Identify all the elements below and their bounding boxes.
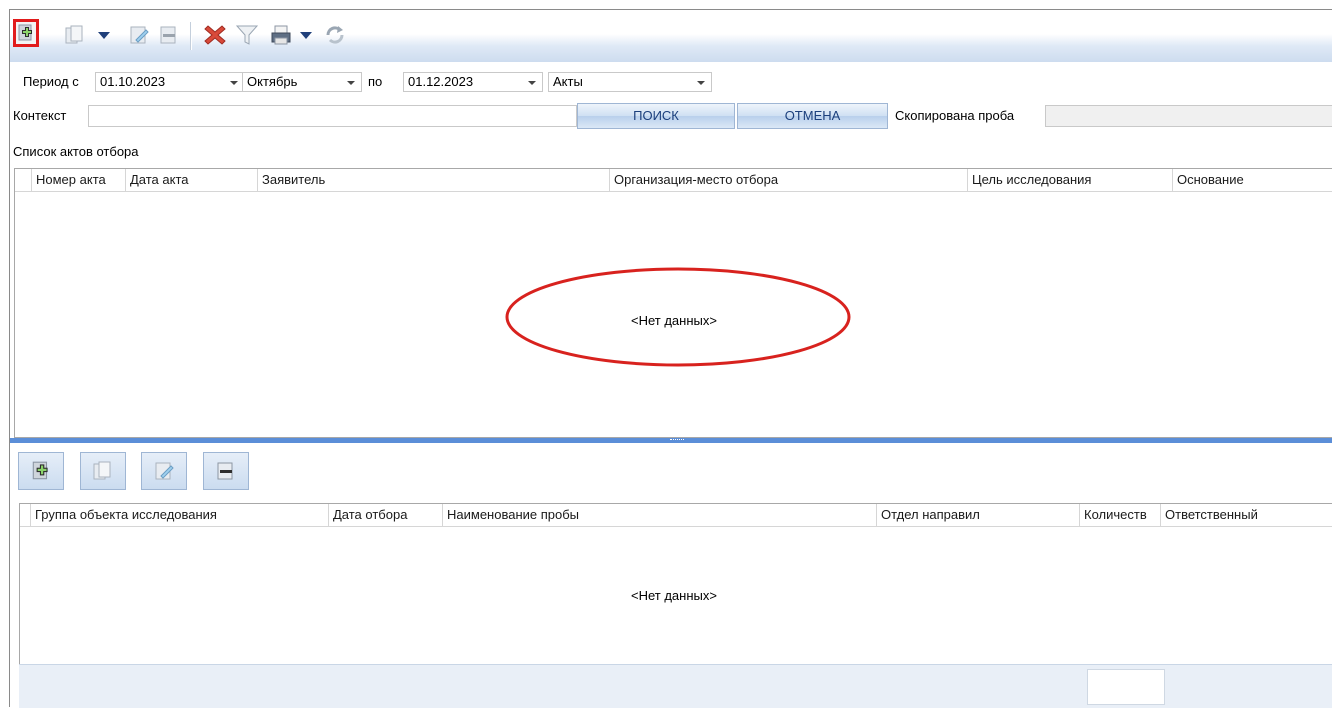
filter-button[interactable] bbox=[234, 22, 260, 48]
delete-button[interactable] bbox=[202, 22, 228, 48]
date-from-picker[interactable]: 01.10.2023 bbox=[95, 72, 245, 92]
copy-dropdown-caret-icon[interactable] bbox=[98, 32, 110, 39]
add-button[interactable] bbox=[13, 19, 39, 47]
document-type-value: Акты bbox=[553, 74, 583, 89]
edit-sample-button[interactable] bbox=[141, 452, 187, 490]
column-header[interactable]: Отдел направил bbox=[876, 504, 1079, 526]
refresh-icon bbox=[326, 26, 344, 44]
search-button[interactable]: ПОИСК bbox=[577, 103, 735, 129]
month-select[interactable]: Октябрь bbox=[242, 72, 362, 92]
toolbar-separator bbox=[190, 22, 192, 50]
chevron-down-icon[interactable] bbox=[230, 81, 238, 85]
document-type-select[interactable]: Акты bbox=[548, 72, 712, 92]
splitter-grip[interactable] bbox=[670, 439, 684, 442]
context-search-input[interactable] bbox=[88, 105, 577, 127]
samples-grid[interactable]: Группа объекта исследования Дата отбора … bbox=[19, 503, 1332, 664]
remove-sample-button[interactable] bbox=[203, 452, 249, 490]
column-header[interactable]: Дата акта bbox=[125, 169, 257, 191]
acts-grid-header: Номер акта Дата акта Заявитель Организац… bbox=[15, 169, 1332, 192]
copied-sample-label: Скопирована проба bbox=[895, 108, 1015, 123]
chevron-down-icon[interactable] bbox=[697, 81, 705, 85]
main-toolbar bbox=[10, 10, 1332, 62]
acts-grid[interactable]: Номер акта Дата акта Заявитель Организац… bbox=[14, 168, 1332, 438]
column-header[interactable]: Дата отбора bbox=[328, 504, 442, 526]
column-header[interactable]: Группа объекта исследования bbox=[30, 504, 328, 526]
acts-section-title: Список актов отбора bbox=[13, 144, 139, 159]
remove-button[interactable] bbox=[156, 22, 182, 48]
column-header[interactable]: Организация-место отбора bbox=[609, 169, 967, 191]
column-header[interactable]: Основание bbox=[1172, 169, 1332, 191]
add-sample-button[interactable] bbox=[18, 452, 64, 490]
samples-no-data-message: <Нет данных> bbox=[631, 588, 717, 603]
date-to-picker[interactable]: 01.12.2023 bbox=[403, 72, 543, 92]
chevron-down-icon[interactable] bbox=[347, 81, 355, 85]
delete-icon bbox=[204, 25, 226, 45]
copied-sample-field bbox=[1045, 105, 1332, 127]
period-from-label: Период с bbox=[23, 74, 79, 89]
month-value: Октябрь bbox=[247, 74, 298, 89]
copy-sample-button[interactable] bbox=[80, 452, 126, 490]
date-from-value: 01.10.2023 bbox=[100, 74, 166, 89]
column-header[interactable]: Номер акта bbox=[31, 169, 125, 191]
refresh-button[interactable] bbox=[322, 22, 348, 48]
chevron-down-icon[interactable] bbox=[528, 81, 536, 85]
add-icon bbox=[32, 461, 48, 480]
column-header[interactable]: Ответственный bbox=[1160, 504, 1332, 526]
edit-icon bbox=[130, 26, 149, 44]
footer-summary-cell bbox=[1087, 669, 1165, 705]
column-header[interactable]: Цель исследования bbox=[967, 169, 1172, 191]
edit-icon bbox=[155, 462, 174, 480]
print-dropdown-caret-icon[interactable] bbox=[300, 32, 312, 39]
copy-button[interactable] bbox=[62, 22, 88, 48]
window-frame: Период с 01.10.2023 Октябрь по 01.12.202… bbox=[9, 9, 1332, 708]
copy-icon bbox=[93, 461, 111, 480]
pane-splitter[interactable] bbox=[10, 438, 1332, 443]
cancel-button[interactable]: ОТМЕНА bbox=[737, 103, 888, 129]
annotation-ellipse bbox=[505, 267, 851, 367]
column-header[interactable]: Количеств bbox=[1079, 504, 1160, 526]
print-button[interactable] bbox=[268, 22, 294, 48]
print-icon bbox=[271, 25, 291, 45]
samples-grid-header: Группа объекта исследования Дата отбора … bbox=[20, 504, 1332, 527]
filter-icon bbox=[235, 25, 259, 45]
remove-icon bbox=[217, 462, 233, 480]
edit-button[interactable] bbox=[126, 22, 152, 48]
remove-icon bbox=[160, 26, 176, 44]
add-icon bbox=[18, 24, 32, 41]
column-header[interactable]: Наименование пробы bbox=[442, 504, 876, 526]
column-header[interactable]: Заявитель bbox=[257, 169, 609, 191]
context-label: Контекст bbox=[13, 108, 67, 123]
period-to-label: по bbox=[368, 74, 383, 89]
copy-icon bbox=[65, 25, 83, 44]
samples-footer bbox=[19, 664, 1332, 708]
date-to-value: 01.12.2023 bbox=[408, 74, 474, 89]
